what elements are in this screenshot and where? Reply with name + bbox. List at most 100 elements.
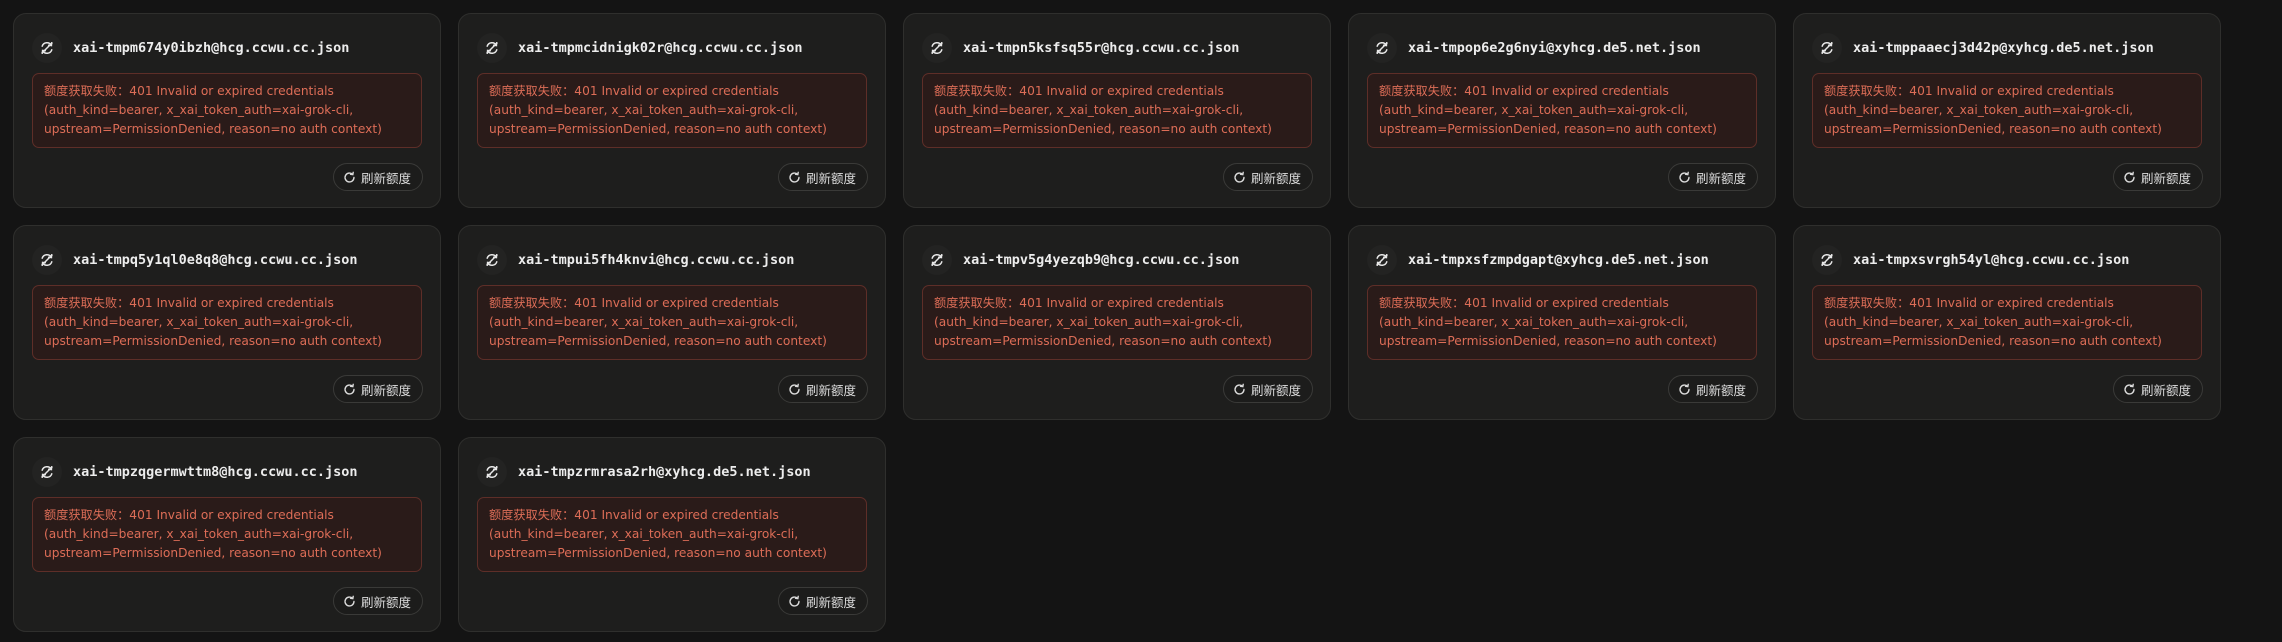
refresh-button-label: 刷新额度 bbox=[1250, 171, 1301, 186]
refresh-quota-button[interactable]: 刷新额度 bbox=[1222, 375, 1313, 403]
error-line: upstream=PermissionDenied, reason=no aut… bbox=[1824, 334, 2162, 348]
error-line: (auth_kind=bearer, x_xai_token_auth=xai-… bbox=[1824, 315, 2134, 329]
no-sync-icon bbox=[32, 245, 62, 275]
card-title: xai-tmpzrmrasa2rh@xyhcg.de5.net.json bbox=[518, 464, 811, 480]
refresh-button-label: 刷新额度 bbox=[360, 383, 411, 398]
error-line: upstream=PermissionDenied, reason=no aut… bbox=[44, 334, 382, 348]
credential-card: xai-tmpm674y0ibzh@hcg.ccwu.cc.json 额度获取失… bbox=[13, 13, 441, 208]
card-header: xai-tmpzqgermwttm8@hcg.ccwu.cc.json bbox=[32, 457, 426, 487]
card-title: xai-tmpmcidnigk02r@hcg.ccwu.cc.json bbox=[518, 40, 803, 56]
card-title: xai-tmpui5fh4knvi@hcg.ccwu.cc.json bbox=[518, 252, 795, 268]
card-header: xai-tmppaaecj3d42p@xyhcg.de5.net.json bbox=[1812, 33, 2206, 63]
card-header: xai-tmpui5fh4knvi@hcg.ccwu.cc.json bbox=[477, 245, 871, 275]
refresh-quota-button[interactable]: 刷新额度 bbox=[332, 587, 423, 615]
card-title: xai-tmpq5y1ql0e8q8@hcg.ccwu.cc.json bbox=[73, 252, 358, 268]
card-header: xai-tmpq5y1ql0e8q8@hcg.ccwu.cc.json bbox=[32, 245, 426, 275]
no-sync-icon bbox=[922, 245, 952, 275]
error-message: 额度获取失败：401 Invalid or expired credential… bbox=[32, 497, 422, 572]
refresh-quota-button[interactable]: 刷新额度 bbox=[777, 375, 868, 403]
error-message: 额度获取失败：401 Invalid or expired credential… bbox=[32, 73, 422, 148]
refresh-icon bbox=[1678, 383, 1691, 396]
refresh-icon bbox=[343, 595, 356, 608]
error-line: 额度获取失败：401 Invalid or expired credential… bbox=[44, 296, 334, 310]
credential-card: xai-tmpxsvrgh54yl@hcg.ccwu.cc.json 额度获取失… bbox=[1793, 225, 2221, 420]
refresh-quota-button[interactable]: 刷新额度 bbox=[1667, 163, 1758, 191]
error-line: 额度获取失败：401 Invalid or expired credential… bbox=[44, 508, 334, 522]
refresh-button-label: 刷新额度 bbox=[360, 171, 411, 186]
error-line: 额度获取失败：401 Invalid or expired credential… bbox=[934, 84, 1224, 98]
refresh-icon bbox=[1233, 171, 1246, 184]
refresh-icon bbox=[2123, 383, 2136, 396]
error-line: 额度获取失败：401 Invalid or expired credential… bbox=[934, 296, 1224, 310]
refresh-quota-button[interactable]: 刷新额度 bbox=[332, 163, 423, 191]
error-line: 额度获取失败：401 Invalid or expired credential… bbox=[489, 508, 779, 522]
error-message: 额度获取失败：401 Invalid or expired credential… bbox=[922, 73, 1312, 148]
refresh-quota-button[interactable]: 刷新额度 bbox=[2112, 375, 2203, 403]
error-line: (auth_kind=bearer, x_xai_token_auth=xai-… bbox=[44, 103, 354, 117]
credential-card: xai-tmpv5g4yezqb9@hcg.ccwu.cc.json 额度获取失… bbox=[903, 225, 1331, 420]
error-line: upstream=PermissionDenied, reason=no aut… bbox=[934, 334, 1272, 348]
refresh-icon bbox=[1678, 171, 1691, 184]
refresh-icon bbox=[788, 171, 801, 184]
refresh-icon bbox=[1233, 383, 1246, 396]
refresh-icon bbox=[788, 383, 801, 396]
error-message: 额度获取失败：401 Invalid or expired credential… bbox=[477, 285, 867, 360]
card-header: xai-tmpn5ksfsq55r@hcg.ccwu.cc.json bbox=[922, 33, 1316, 63]
refresh-quota-button[interactable]: 刷新额度 bbox=[332, 375, 423, 403]
error-line: upstream=PermissionDenied, reason=no aut… bbox=[1824, 122, 2162, 136]
error-line: (auth_kind=bearer, x_xai_token_auth=xai-… bbox=[44, 315, 354, 329]
no-sync-icon bbox=[477, 33, 507, 63]
error-line: 额度获取失败：401 Invalid or expired credential… bbox=[1824, 84, 2114, 98]
error-message: 额度获取失败：401 Invalid or expired credential… bbox=[922, 285, 1312, 360]
refresh-quota-button[interactable]: 刷新额度 bbox=[777, 163, 868, 191]
no-sync-icon bbox=[32, 457, 62, 487]
error-line: 额度获取失败：401 Invalid or expired credential… bbox=[44, 84, 334, 98]
error-line: (auth_kind=bearer, x_xai_token_auth=xai-… bbox=[1379, 315, 1689, 329]
no-sync-icon bbox=[477, 457, 507, 487]
no-sync-icon bbox=[477, 245, 507, 275]
error-message: 额度获取失败：401 Invalid or expired credential… bbox=[1367, 73, 1757, 148]
card-title: xai-tmpxsvrgh54yl@hcg.ccwu.cc.json bbox=[1853, 252, 2130, 268]
no-sync-icon bbox=[1812, 33, 1842, 63]
refresh-button-label: 刷新额度 bbox=[360, 595, 411, 610]
credential-card: xai-tmpmcidnigk02r@hcg.ccwu.cc.json 额度获取… bbox=[458, 13, 886, 208]
error-line: upstream=PermissionDenied, reason=no aut… bbox=[489, 546, 827, 560]
card-title: xai-tmpm674y0ibzh@hcg.ccwu.cc.json bbox=[73, 40, 350, 56]
credential-card: xai-tmpui5fh4knvi@hcg.ccwu.cc.json 额度获取失… bbox=[458, 225, 886, 420]
card-title: xai-tmpn5ksfsq55r@hcg.ccwu.cc.json bbox=[963, 40, 1240, 56]
refresh-button-label: 刷新额度 bbox=[2140, 171, 2191, 186]
card-header: xai-tmpzrmrasa2rh@xyhcg.de5.net.json bbox=[477, 457, 871, 487]
error-message: 额度获取失败：401 Invalid or expired credential… bbox=[1812, 285, 2202, 360]
refresh-button-label: 刷新额度 bbox=[1250, 383, 1301, 398]
refresh-button-label: 刷新额度 bbox=[2140, 383, 2191, 398]
error-line: (auth_kind=bearer, x_xai_token_auth=xai-… bbox=[489, 527, 799, 541]
credential-card: xai-tmpn5ksfsq55r@hcg.ccwu.cc.json 额度获取失… bbox=[903, 13, 1331, 208]
card-title: xai-tmpzqgermwttm8@hcg.ccwu.cc.json bbox=[73, 464, 358, 480]
refresh-quota-button[interactable]: 刷新额度 bbox=[1222, 163, 1313, 191]
error-line: 额度获取失败：401 Invalid or expired credential… bbox=[1379, 296, 1669, 310]
refresh-icon bbox=[2123, 171, 2136, 184]
card-title: xai-tmpxsfzmpdgapt@xyhcg.de5.net.json bbox=[1408, 252, 1709, 268]
error-line: (auth_kind=bearer, x_xai_token_auth=xai-… bbox=[489, 315, 799, 329]
error-line: upstream=PermissionDenied, reason=no aut… bbox=[1379, 334, 1717, 348]
error-message: 额度获取失败：401 Invalid or expired credential… bbox=[32, 285, 422, 360]
credential-card: xai-tmpzrmrasa2rh@xyhcg.de5.net.json 额度获… bbox=[458, 437, 886, 632]
refresh-quota-button[interactable]: 刷新额度 bbox=[777, 587, 868, 615]
credential-card: xai-tmpop6e2g6nyi@xyhcg.de5.net.json 额度获… bbox=[1348, 13, 1776, 208]
error-line: (auth_kind=bearer, x_xai_token_auth=xai-… bbox=[934, 103, 1244, 117]
error-line: upstream=PermissionDenied, reason=no aut… bbox=[44, 546, 382, 560]
card-header: xai-tmpxsvrgh54yl@hcg.ccwu.cc.json bbox=[1812, 245, 2206, 275]
card-header: xai-tmpop6e2g6nyi@xyhcg.de5.net.json bbox=[1367, 33, 1761, 63]
credential-card: xai-tmppaaecj3d42p@xyhcg.de5.net.json 额度… bbox=[1793, 13, 2221, 208]
refresh-quota-button[interactable]: 刷新额度 bbox=[1667, 375, 1758, 403]
refresh-quota-button[interactable]: 刷新额度 bbox=[2112, 163, 2203, 191]
refresh-button-label: 刷新额度 bbox=[1695, 171, 1746, 186]
refresh-button-label: 刷新额度 bbox=[1695, 383, 1746, 398]
error-message: 额度获取失败：401 Invalid or expired credential… bbox=[1367, 285, 1757, 360]
credential-card-grid: xai-tmpm674y0ibzh@hcg.ccwu.cc.json 额度获取失… bbox=[13, 13, 2221, 632]
refresh-button-label: 刷新额度 bbox=[805, 171, 856, 186]
error-line: (auth_kind=bearer, x_xai_token_auth=xai-… bbox=[489, 103, 799, 117]
card-title: xai-tmpop6e2g6nyi@xyhcg.de5.net.json bbox=[1408, 40, 1701, 56]
error-message: 额度获取失败：401 Invalid or expired credential… bbox=[1812, 73, 2202, 148]
credential-card: xai-tmpxsfzmpdgapt@xyhcg.de5.net.json 额度… bbox=[1348, 225, 1776, 420]
